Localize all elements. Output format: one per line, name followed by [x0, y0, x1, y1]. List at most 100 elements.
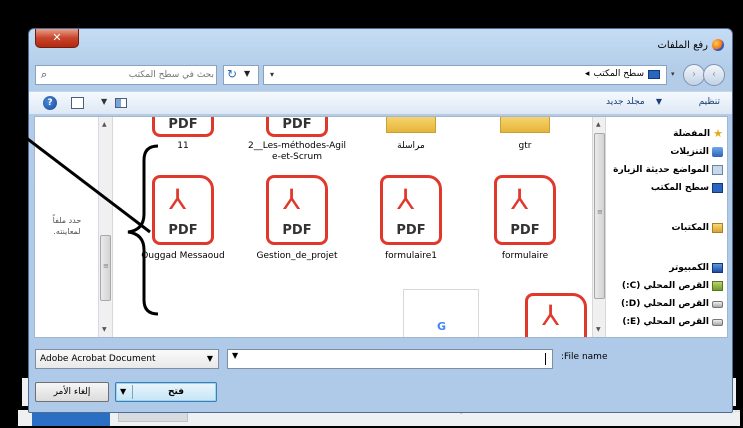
drive-icon [712, 300, 723, 308]
pdf-file-icon[interactable]: ⅄ [525, 293, 587, 337]
file-name: Gestion_de_projet [256, 251, 338, 261]
libraries-icon [712, 223, 723, 233]
nav-item-libraries[interactable]: المكتبات [671, 221, 723, 235]
screen: Cancel Proudly on the selected file will… [0, 0, 743, 428]
scroll-thumb[interactable]: ≡ [594, 133, 605, 299]
change-view-icon[interactable] [115, 98, 127, 108]
google-icon: G [437, 320, 447, 333]
pdf-file-icon: ⅄ PDF [266, 175, 328, 245]
file-name-label: :File name [561, 352, 608, 362]
title-bar: ✕ رفع الملفات [29, 29, 732, 57]
chevron-down-icon[interactable]: ▼ [232, 351, 238, 360]
nav-buttons: ▾ › ‹ [669, 63, 729, 87]
file-item[interactable]: ⅄ PDF Gestion_de_projet [247, 175, 347, 262]
search-box[interactable]: ⌕ [35, 65, 217, 85]
nav-item-favorites[interactable]: ★ المفضلة [673, 127, 723, 141]
file-type-value: Adobe Acrobat Document [40, 354, 156, 364]
downloads-icon [712, 147, 723, 157]
folder-name: gtr [518, 141, 532, 151]
folder-icon [500, 117, 550, 133]
scroll-up-icon[interactable]: ▲ [102, 121, 107, 128]
file-name: formulaire1 [385, 251, 437, 261]
organize-button[interactable]: تنظيم [699, 97, 720, 107]
open-label: فتح [167, 387, 185, 397]
nav-item-label: القرص المحلي (D:) [621, 299, 709, 309]
close-button[interactable]: ✕ [35, 29, 79, 48]
acrobat-icon: ⅄ [283, 183, 301, 216]
file-item[interactable]: PDF 11 [133, 117, 233, 152]
refresh-icon[interactable]: ↻ [227, 67, 237, 81]
nav-item-label: التنزيلات [670, 147, 709, 157]
pdf-icon-label: PDF [168, 223, 198, 238]
nav-item-computer[interactable]: الكمبيوتر [669, 261, 723, 275]
nav-item-label: المكتبات [671, 223, 709, 233]
breadcrumb-arrow-icon[interactable]: ◂ [585, 69, 590, 79]
file-name-input[interactable] [248, 350, 538, 368]
desktop-icon [712, 183, 723, 193]
google-doc-file[interactable]: G [403, 289, 479, 337]
desktop-icon [648, 69, 660, 79]
organize-chevron-icon[interactable]: ▼ [656, 97, 662, 106]
scroll-up-icon[interactable]: ▲ [596, 121, 601, 128]
chevron-down-icon[interactable]: ▼ [207, 350, 213, 368]
new-folder-button[interactable]: مجلد جديد [606, 97, 645, 107]
forward-button[interactable]: › [683, 64, 705, 86]
chevron-down-icon[interactable]: ▼ [244, 69, 250, 78]
scroll-down-icon[interactable]: ▼ [596, 326, 601, 333]
nav-item-label: الكمبيوتر [669, 263, 709, 273]
file-type-select[interactable]: Adobe Acrobat Document ▼ [35, 349, 219, 369]
file-item[interactable]: PDF 2__Les-méthodes-Agile-et-Scrum [247, 117, 347, 163]
breadcrumb[interactable]: سطح المكتب ◂ [585, 69, 660, 79]
folder-item[interactable]: gtr [475, 117, 575, 152]
nav-item-label: القرص المحلي (C:) [621, 281, 709, 291]
nav-pane-scrollbar[interactable]: ▲ ≡ ▼ [592, 117, 606, 337]
pdf-icon-label: PDF [282, 117, 312, 132]
scroll-down-icon[interactable]: ▼ [102, 326, 107, 333]
cancel-button[interactable]: إلغاء الأمر [35, 382, 109, 402]
search-input[interactable] [58, 66, 214, 84]
help-icon[interactable]: ? [43, 96, 57, 110]
open-button[interactable]: ▼ فتح [115, 382, 217, 402]
recent-pages-chevron-icon[interactable]: ▾ [671, 70, 675, 78]
folder-icon [386, 117, 436, 133]
search-icon[interactable]: ⌕ [41, 68, 47, 82]
pdf-icon-label: PDF [168, 117, 198, 132]
preview-pane: حدد ملفاً لمعاينته. [35, 117, 99, 337]
file-item[interactable]: ⅄ PDF formulaire1 [361, 175, 461, 262]
breadcrumb-desktop[interactable]: سطح المكتب [593, 69, 644, 79]
file-item[interactable]: ⅄ PDF formulaire [475, 175, 575, 262]
view-options-chevron-icon[interactable]: ▼ [101, 97, 107, 106]
nav-item-recent-places[interactable]: المواضع حديثة الزيارة [613, 163, 723, 177]
drive-icon [712, 281, 723, 291]
command-bar: ? ▼ مجلد جديد ▼ تنظيم [29, 91, 732, 115]
title-wrap: رفع الملفات [657, 39, 724, 51]
nav-item-desktop[interactable]: سطح المكتب [651, 181, 723, 195]
file-name-field[interactable]: ▼ [227, 349, 553, 369]
address-history-chevron-icon[interactable]: ▾ [270, 70, 274, 79]
acrobat-icon: ⅄ [397, 183, 415, 216]
nav-item-drive-e[interactable]: القرص المحلي (E:) [622, 315, 723, 329]
nav-item-downloads[interactable]: التنزيلات [670, 145, 723, 159]
back-button[interactable]: ‹ [703, 64, 725, 86]
preview-pane-icon[interactable] [71, 97, 84, 109]
folder-name: مراسلة [397, 141, 425, 151]
nav-item-drive-d[interactable]: القرص المحلي (D:) [621, 297, 723, 311]
file-name: Ouggad Messaoud [141, 251, 225, 261]
file-name: 2__Les-méthodes-Agile-et-Scrum [248, 141, 346, 162]
star-icon: ★ [713, 127, 723, 140]
address-bar[interactable]: ▾ سطح المكتب ◂ [263, 65, 667, 85]
file-name: formulaire [501, 251, 549, 261]
firefox-icon [712, 39, 724, 51]
file-item[interactable]: ⅄ PDF Ouggad Messaoud [133, 175, 233, 262]
scroll-thumb[interactable]: ≡ [100, 235, 111, 301]
pdf-icon-label: PDF [510, 223, 540, 238]
open-options-chevron-icon[interactable]: ▼ [120, 383, 126, 401]
nav-item-label: القرص المحلي (E:) [622, 317, 709, 327]
pdf-file-icon: PDF [266, 117, 328, 137]
nav-item-drive-c[interactable]: القرص المحلي (C:) [622, 279, 723, 293]
text-cursor [545, 353, 546, 365]
folder-item[interactable]: مراسلة [361, 117, 461, 152]
file-upload-dialog: ✕ رفع الملفات ⌕ ↻ ▼ ▾ سطح المكتب ◂ [28, 28, 733, 413]
file-list-scrollbar[interactable]: ▲ ≡ ▼ [99, 117, 113, 337]
pdf-icon-label: PDF [396, 223, 426, 238]
